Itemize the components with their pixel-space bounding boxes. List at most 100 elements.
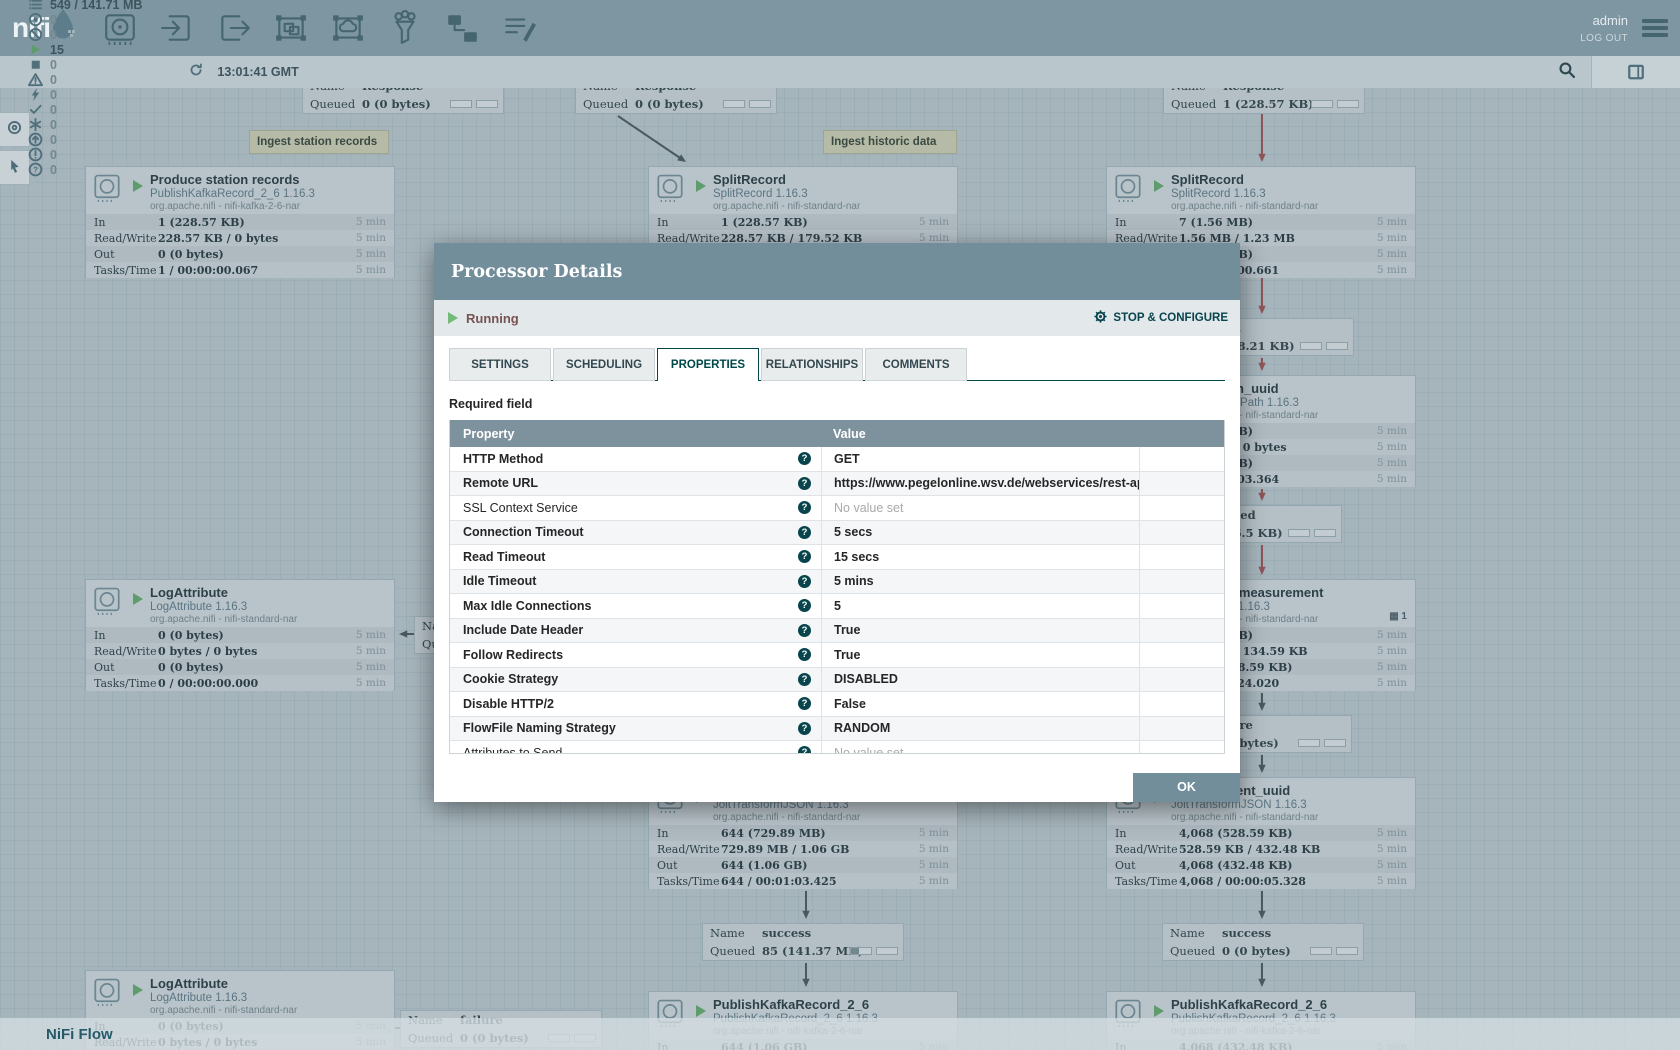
property-row-spacer [1139, 594, 1224, 618]
help-icon[interactable]: ? [798, 673, 811, 686]
connection-label[interactable]: NamesuccessQueued85 (141.37 MB) [702, 923, 904, 961]
label-icon[interactable] [501, 10, 537, 46]
property-row[interactable]: Include Date Header?True [450, 619, 1224, 644]
property-row[interactable]: Attributes to Send?No value set [450, 741, 1224, 753]
property-value[interactable]: GET [821, 447, 1139, 471]
running-icon [133, 984, 143, 996]
processor-bundle: org.apache.nifi - nifi-standard-nar [150, 614, 297, 625]
status-item-value: 0 [50, 133, 57, 147]
search-icon[interactable] [1558, 61, 1575, 83]
property-value[interactable]: DISABLED [821, 668, 1139, 692]
stat-label: Tasks/Time [649, 875, 721, 888]
operate-palette[interactable] [0, 150, 30, 185]
property-row[interactable]: Disable HTTP/2?False [450, 692, 1224, 717]
help-icon[interactable]: ? [798, 501, 811, 514]
status-item-value: 549 / 141.71 MB [50, 0, 142, 12]
property-value[interactable]: No value set [821, 741, 1139, 753]
canvas-label[interactable]: Ingest station records [249, 130, 389, 154]
stat-window: 5 min [356, 216, 394, 228]
property-value[interactable]: 5 secs [821, 521, 1139, 545]
connection-queued: 0 (0 bytes) [1222, 944, 1291, 958]
backpressure-bars [1298, 739, 1346, 747]
property-row[interactable]: Remote URL?https://www.pegelonline.wsv.d… [450, 472, 1224, 497]
canvas-label[interactable]: Ingest historic data [823, 130, 957, 154]
property-row[interactable]: Read Timeout?15 secs [450, 545, 1224, 570]
remote-process-group-icon[interactable] [330, 10, 366, 46]
property-row[interactable]: Max Idle Connections?5 [450, 594, 1224, 619]
navigate-palette[interactable] [0, 112, 30, 147]
process-group-icon[interactable] [273, 10, 309, 46]
connection-queued: 85 (141.37 MB) [762, 944, 863, 958]
processor-bundle: org.apache.nifi - nifi-standard-nar [713, 201, 860, 212]
help-icon[interactable]: ? [798, 722, 811, 735]
stop-and-configure-button[interactable]: STOP & CONFIGURE [1093, 309, 1228, 327]
property-row[interactable]: FlowFile Naming Strategy?RANDOM [450, 717, 1224, 742]
processor-node[interactable]: LogAttributeLogAttribute 1.16.3org.apach… [85, 579, 395, 691]
property-row[interactable]: HTTP Method?GET [450, 447, 1224, 472]
processor-stat-row: Tasks/Time0 / 00:00:00.0005 min [86, 675, 394, 691]
property-value[interactable]: True [821, 643, 1139, 667]
template-icon[interactable] [444, 10, 480, 46]
property-value[interactable]: RANDOM [821, 717, 1139, 741]
ok-button[interactable]: OK [1133, 773, 1240, 802]
connection-label[interactable]: NamesuccessQueued0 (0 bytes) [1162, 923, 1364, 961]
tab-settings[interactable]: SETTINGS [449, 348, 551, 381]
help-icon[interactable]: ? [798, 526, 811, 539]
tab-relationships[interactable]: RELATIONSHIPS [761, 348, 863, 381]
stop-and-configure-label: STOP & CONFIGURE [1113, 312, 1228, 324]
status-item-value: 0 [50, 88, 57, 102]
help-icon[interactable]: ? [798, 452, 811, 465]
status-item-value: 0 [50, 28, 57, 42]
property-value[interactable]: True [821, 619, 1139, 643]
property-value[interactable]: 5 [821, 594, 1139, 618]
property-name: FlowFile Naming Strategy? [450, 717, 821, 741]
property-row[interactable]: Follow Redirects?True [450, 643, 1224, 668]
connection-queued: 0 (0 bytes) [362, 97, 431, 111]
property-row-spacer [1139, 692, 1224, 716]
property-value[interactable]: 5 mins [821, 570, 1139, 594]
property-value[interactable]: False [821, 692, 1139, 716]
property-row[interactable]: Idle Timeout?5 mins [450, 570, 1224, 595]
panel-toggle-button[interactable] [1591, 56, 1680, 88]
help-icon[interactable]: ? [798, 477, 811, 490]
status-item-value: 0 [50, 103, 57, 117]
stat-label: Out [86, 248, 158, 261]
last-refresh[interactable]: 13:01:41 GMT [189, 63, 298, 82]
stat-label: In [649, 827, 721, 840]
stat-window: 5 min [1377, 264, 1415, 276]
processor-name: PublishKafkaRecord_2_6 [1171, 997, 1327, 1012]
stat-label: Read/Write [1107, 843, 1179, 856]
stat-label: Out [649, 859, 721, 872]
help-icon[interactable]: ? [798, 648, 811, 661]
property-value[interactable]: 15 secs [821, 545, 1139, 569]
tab-scheduling[interactable]: SCHEDULING [553, 348, 655, 381]
funnel-icon[interactable] [387, 10, 423, 46]
property-row[interactable]: Cookie Strategy?DISABLED [450, 668, 1224, 693]
output-port-icon[interactable] [216, 10, 252, 46]
breadcrumb[interactable]: NiFi Flow [46, 1026, 113, 1043]
logout-link[interactable]: LOG OUT [1580, 33, 1628, 44]
help-icon[interactable]: ? [798, 575, 811, 588]
help-icon[interactable]: ? [798, 550, 811, 563]
property-name: Attributes to Send? [450, 741, 821, 753]
help-icon[interactable]: ? [798, 697, 811, 710]
property-value[interactable]: https://www.pegelonline.wsv.de/webservic… [821, 472, 1139, 496]
property-value[interactable]: No value set [821, 496, 1139, 520]
stat-window: 5 min [1377, 425, 1415, 437]
refresh-icon[interactable] [189, 63, 210, 82]
stat-window: 5 min [356, 264, 394, 276]
processor-node[interactable]: Produce station recordsPublishKafkaRecor… [85, 166, 395, 278]
global-menu-icon[interactable] [1642, 16, 1668, 40]
help-icon[interactable]: ? [798, 624, 811, 637]
running-icon [133, 593, 143, 605]
property-name: HTTP Method? [450, 447, 821, 471]
tab-properties[interactable]: PROPERTIES [657, 348, 759, 381]
property-row[interactable]: SSL Context Service?No value set [450, 496, 1224, 521]
help-icon[interactable]: ? [798, 746, 811, 753]
help-icon[interactable]: ? [798, 599, 811, 612]
property-row[interactable]: Connection Timeout?5 secs [450, 521, 1224, 546]
stat-window: 5 min [356, 248, 394, 260]
tab-comments[interactable]: COMMENTS [865, 348, 967, 381]
status-item-value: 0 [50, 73, 57, 87]
flow-status-bar: 1 / 12549 / 141.71 MB00150000000?0 13:01… [0, 56, 1680, 88]
